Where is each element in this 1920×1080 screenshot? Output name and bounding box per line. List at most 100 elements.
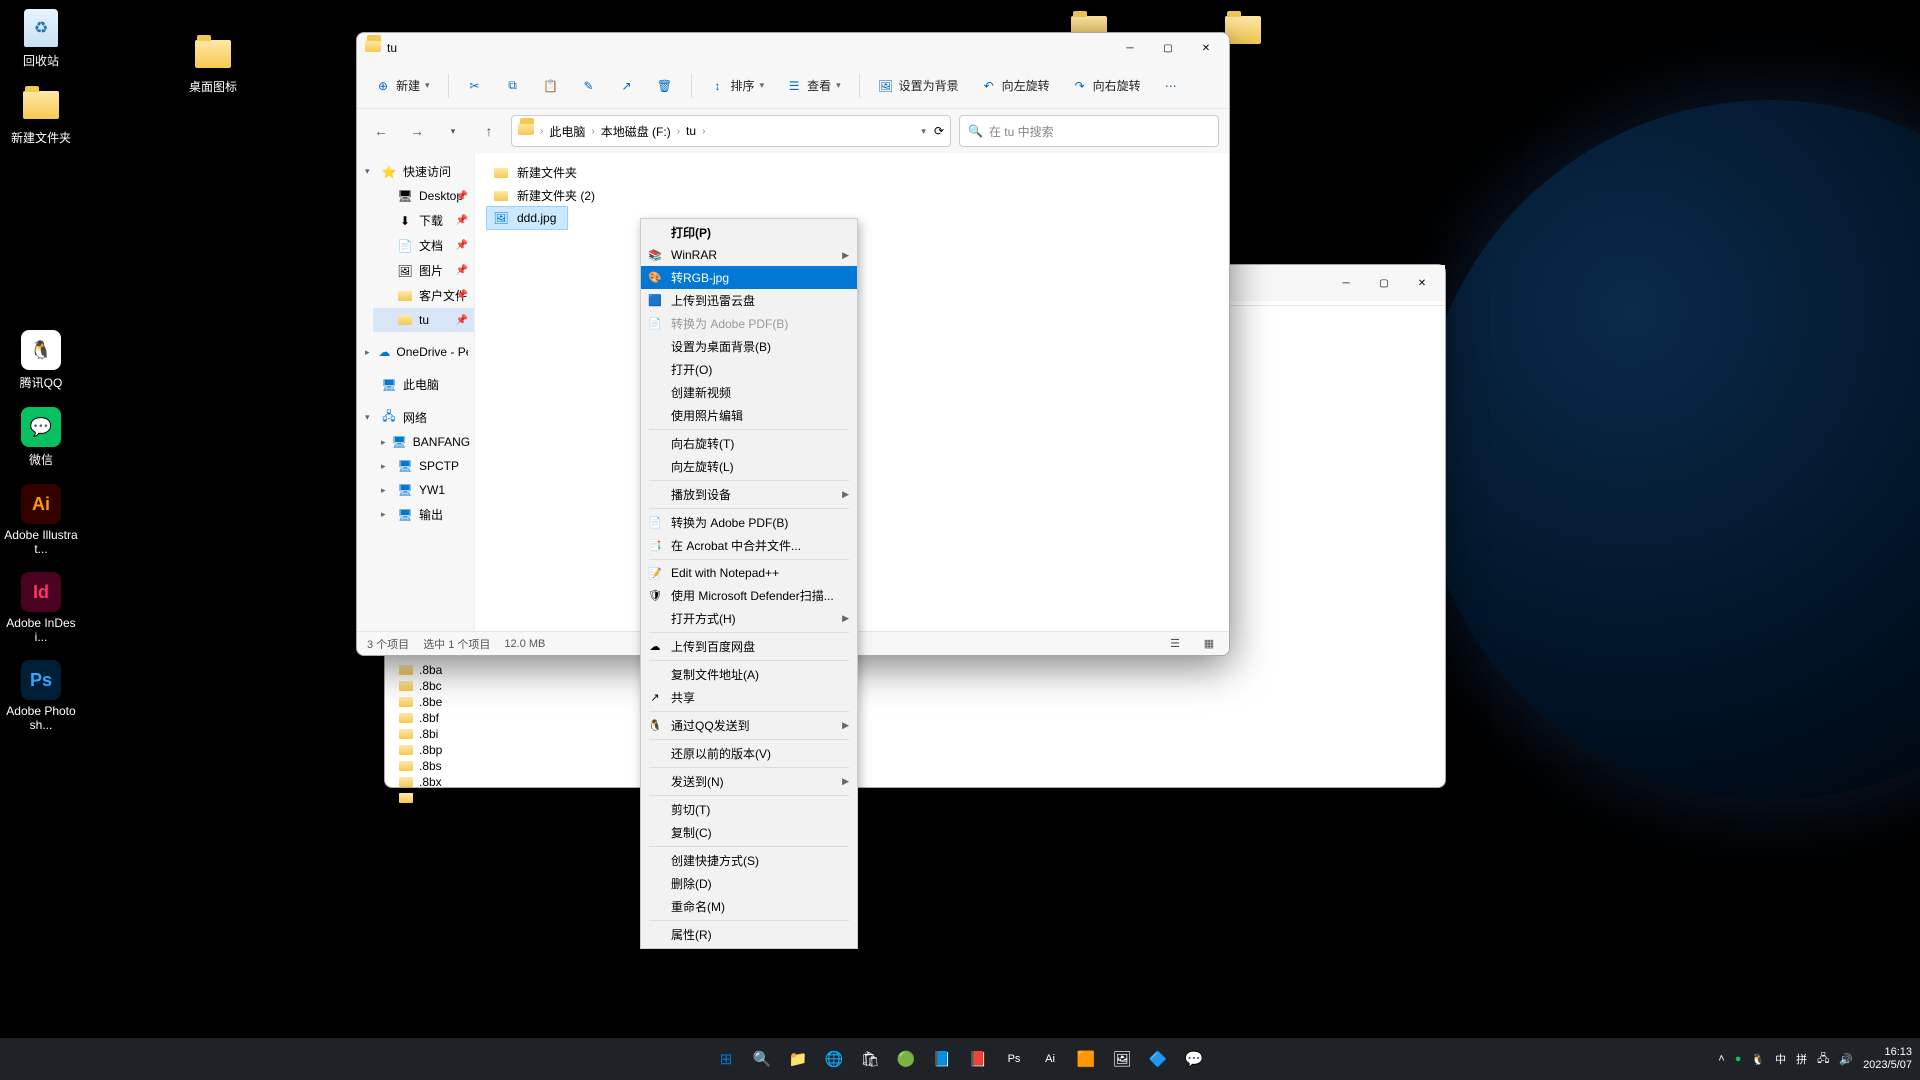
ctx-[interactable]: 使用照片编辑 [641, 404, 857, 427]
ime-mode[interactable]: 拼 [1796, 1051, 1807, 1067]
ctx-R[interactable]: 属性(R) [641, 923, 857, 946]
breadcrumb-folder[interactable]: tu [682, 122, 700, 140]
taskbar-store[interactable]: 🛍 [855, 1044, 885, 1074]
ctx-[interactable]: ☁上传到百度网盘 [641, 635, 857, 658]
copy-button[interactable]: ⧉ [497, 72, 529, 100]
context-menu[interactable]: 打印(P)📚WinRAR▶🎨转RGB-jpg🟦上传到迅雷云盘📄转换为 Adobe… [640, 218, 858, 949]
behind-item[interactable]: .8bs [395, 758, 1435, 774]
taskbar-explorer[interactable]: 📁 [783, 1044, 813, 1074]
maximize-button[interactable]: ▢ [1149, 34, 1187, 62]
tray-network-icon[interactable]: 🖧 [1817, 1050, 1829, 1069]
nav-network[interactable]: ▾🖧网络 [357, 405, 474, 430]
ctx-EditwithNotepad[interactable]: 📝Edit with Notepad++ [641, 562, 857, 584]
close-button[interactable]: ✕ [1403, 269, 1441, 297]
forward-button[interactable]: → [403, 117, 431, 145]
behind-item[interactable]: .8bi [395, 726, 1435, 742]
set-background-button[interactable]: 🖼设置为背景 [870, 71, 967, 100]
ctx-A[interactable]: 复制文件地址(A) [641, 663, 857, 686]
nav-quick-下载[interactable]: ⬇下载📌 [373, 208, 474, 233]
behind-item[interactable]: .8be [395, 694, 1435, 710]
system-tray[interactable]: ˄ ● 🐧 中 拼 🖧 🔊 16:13 2023/5/07 [1718, 1046, 1912, 1072]
ctx-[interactable]: 🟦上传到迅雷云盘 [641, 289, 857, 312]
nav-quick-图片[interactable]: 🖼图片📌 [373, 258, 474, 283]
address-bar[interactable]: › 此电脑 › 本地磁盘 (F:) › tu › ▾ ⟳ [511, 115, 951, 147]
maximize-button[interactable]: ▢ [1365, 269, 1403, 297]
ctx-T[interactable]: 剪切(T) [641, 798, 857, 821]
icons-view-button[interactable]: ▦ [1199, 635, 1219, 653]
nav-pane[interactable]: ▾⭐快速访问 🖥Desktop📌⬇下载📌📄文档📌🖼图片📌客户文件📌tu📌 ▸☁O… [357, 153, 475, 631]
behind-item[interactable]: .8bc [395, 678, 1435, 694]
behind-item[interactable]: .8ba [395, 662, 1435, 678]
ctx-H[interactable]: 打开方式(H)▶ [641, 607, 857, 630]
rename-button[interactable]: ✎ [573, 72, 605, 100]
taskbar-app3[interactable]: 🟧 [1071, 1044, 1101, 1074]
nav-quick-Desktop[interactable]: 🖥Desktop📌 [373, 184, 474, 208]
taskbar-app2[interactable]: 📘 [927, 1044, 957, 1074]
taskbar[interactable]: ⊞🔍📁🌐🛍🟢📘📕PsAi🟧🖼🔷💬 ˄ ● 🐧 中 拼 🖧 🔊 16:13 202… [0, 1038, 1920, 1080]
taskbar-wechat-tb[interactable]: 💬 [1179, 1044, 1209, 1074]
view-button[interactable]: ☰查看▾ [778, 71, 849, 100]
ctx-AdobePDFB[interactable]: 📄转换为 Adobe PDF(B) [641, 511, 857, 534]
behind-item[interactable]: .8bf [395, 710, 1435, 726]
ctx-QQ[interactable]: 🐧通过QQ发送到▶ [641, 714, 857, 737]
back-button[interactable]: ← [367, 117, 395, 145]
breadcrumb-this-pc[interactable]: 此电脑 [545, 121, 589, 142]
paste-button[interactable]: 📋 [535, 72, 567, 100]
ctx-M[interactable]: 重命名(M) [641, 895, 857, 918]
breadcrumb-drive[interactable]: 本地磁盘 (F:) [597, 121, 675, 142]
desktop-icon-ps[interactable]: PsAdobe Photosh... [4, 656, 78, 736]
taskbar-app5[interactable]: 🔷 [1143, 1044, 1173, 1074]
rotate-left-button[interactable]: ↶向左旋转 [973, 71, 1058, 100]
more-button[interactable]: ⋯ [1155, 72, 1187, 100]
ctx-B[interactable]: 设置为桌面背景(B) [641, 335, 857, 358]
ctx-P[interactable]: 打印(P) [641, 221, 857, 244]
taskbar-ps-tb[interactable]: Ps [999, 1044, 1029, 1074]
ctx-S[interactable]: 创建快捷方式(S) [641, 849, 857, 872]
up-button[interactable]: ↑ [475, 117, 503, 145]
nav-quick-客户文件[interactable]: 客户文件📌 [373, 283, 474, 308]
ctx-Acrobat[interactable]: 📑在 Acrobat 中合并文件... [641, 534, 857, 557]
chevron-down-icon[interactable]: ▾ [921, 126, 926, 137]
nav-net-输出[interactable]: ▸🖥输出 [373, 502, 474, 527]
behind-item[interactable]: .8by [395, 790, 1435, 806]
taskbar-search[interactable]: 🔍 [747, 1044, 777, 1074]
behind-item[interactable]: .8bp [395, 742, 1435, 758]
ctx-[interactable]: ↗共享 [641, 686, 857, 709]
ctx-T[interactable]: 向右旋转(T) [641, 432, 857, 455]
nav-quick-tu[interactable]: tu📌 [373, 308, 474, 332]
close-button[interactable]: ✕ [1187, 34, 1225, 62]
tray-wechat-icon[interactable]: ● [1735, 1053, 1742, 1065]
ctx-L[interactable]: 向左旋转(L) [641, 455, 857, 478]
desktop-icon-ai[interactable]: AiAdobe Illustrat... [4, 480, 78, 560]
minimize-button[interactable]: ─ [1327, 269, 1365, 297]
rotate-right-button[interactable]: ↷向右旋转 [1064, 71, 1149, 100]
file-item[interactable]: 新建文件夹 (2) [487, 184, 601, 207]
nav-this-pc[interactable]: 🖥此电脑 [357, 372, 474, 397]
nav-onedrive[interactable]: ▸☁OneDrive - Persor [357, 340, 474, 364]
taskbar-acrobat[interactable]: 📕 [963, 1044, 993, 1074]
tray-volume-icon[interactable]: 🔊 [1839, 1053, 1853, 1066]
clock[interactable]: 16:13 2023/5/07 [1863, 1046, 1912, 1072]
delete-button[interactable]: 🗑 [649, 72, 681, 100]
file-item[interactable]: 新建文件夹 [487, 161, 583, 184]
nav-quick-access[interactable]: ▾⭐快速访问 [357, 159, 474, 184]
minimize-button[interactable]: ─ [1111, 34, 1149, 62]
new-button[interactable]: ⊕新建▾ [367, 71, 438, 100]
desktop-icon-id[interactable]: IdAdobe InDesi... [4, 568, 78, 648]
taskbar-edge[interactable]: 🌐 [819, 1044, 849, 1074]
ctx-O[interactable]: 打开(O) [641, 358, 857, 381]
desktop-icon-tencent-qq[interactable]: 🐧腾讯QQ [4, 326, 78, 395]
ctx-C[interactable]: 复制(C) [641, 821, 857, 844]
share-button[interactable]: ↗ [611, 72, 643, 100]
ctx-N[interactable]: 发送到(N)▶ [641, 770, 857, 793]
details-view-button[interactable]: ☰ [1165, 635, 1185, 653]
ime-lang[interactable]: 中 [1775, 1051, 1786, 1067]
ctx-[interactable]: 创建新视频 [641, 381, 857, 404]
sort-button[interactable]: ↕排序▾ [702, 71, 773, 100]
taskbar-app1[interactable]: 🟢 [891, 1044, 921, 1074]
refresh-button[interactable]: ⟳ [934, 124, 944, 138]
ctx-WinRAR[interactable]: 📚WinRAR▶ [641, 244, 857, 266]
desktop-icon-wechat[interactable]: 💬微信 [4, 403, 78, 472]
recent-button[interactable]: ▾ [439, 117, 467, 145]
taskbar-start[interactable]: ⊞ [711, 1044, 741, 1074]
